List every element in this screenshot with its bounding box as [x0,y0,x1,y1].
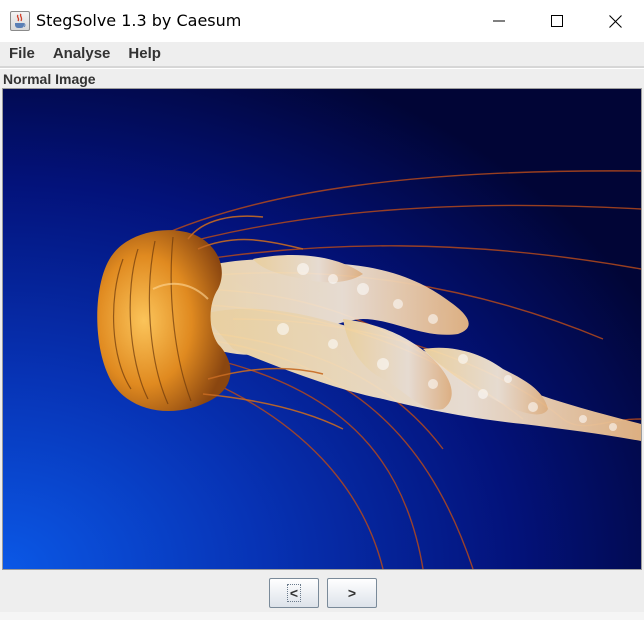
image-mode-label: Normal Image [3,71,96,87]
close-icon [608,14,622,28]
close-button[interactable] [586,0,644,42]
menu-file[interactable]: File [0,43,44,65]
next-label: > [347,585,357,601]
menu-separator [0,66,644,69]
prev-label: < [286,584,302,602]
window-title: StegSolve 1.3 by Caesum [36,11,242,30]
minimize-button[interactable] [470,0,528,42]
menu-help[interactable]: Help [119,43,170,65]
maximize-button[interactable] [528,0,586,42]
previous-plane-button[interactable]: < [269,578,319,608]
image-viewport[interactable] [2,88,642,570]
window-bottom-edge [0,612,644,620]
jellyfish-image [3,89,641,569]
stegsolve-window: StegSolve 1.3 by Caesum File Analyse Hel… [0,0,644,620]
maximize-icon [551,15,563,27]
minimize-icon [493,20,505,22]
menu-analyse[interactable]: Analyse [44,43,120,65]
java-coffee-cup-icon [10,11,30,31]
menu-bar: File Analyse Help [0,42,644,66]
title-bar[interactable]: StegSolve 1.3 by Caesum [0,0,644,43]
next-plane-button[interactable]: > [327,578,377,608]
